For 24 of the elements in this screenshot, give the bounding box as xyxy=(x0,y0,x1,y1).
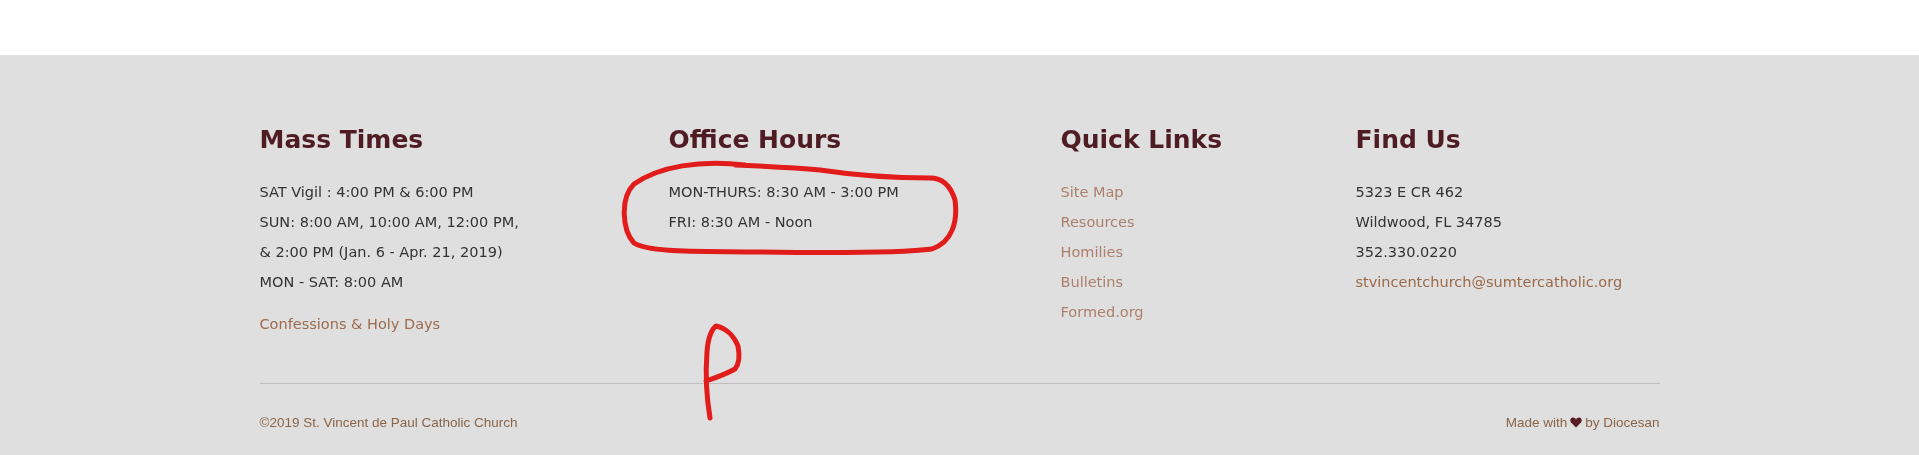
info-line: FRI: 8:30 AM - Noon xyxy=(668,213,813,232)
confessions-link[interactable]: Confessions & Holy Days xyxy=(259,309,441,339)
copyright-text: ©2019 St. Vincent de Paul Catholic Church xyxy=(259,414,518,430)
column-heading: Find Us xyxy=(1355,125,1461,155)
column-heading: Office Hours xyxy=(668,125,842,155)
info-line: SUN: 8:00 AM, 10:00 AM, 12:00 PM, xyxy=(259,213,519,232)
credit-text: by Diocesan xyxy=(1585,414,1660,430)
quick-link[interactable]: Homilies xyxy=(1060,237,1123,267)
quick-link[interactable]: Site Map xyxy=(1060,177,1124,207)
heart-icon xyxy=(1570,416,1583,428)
info-line: 352.330.0220 xyxy=(1355,243,1457,262)
info-line: 5323 E CR 462 xyxy=(1355,183,1464,202)
info-line: SAT Vigil : 4:00 PM & 6:00 PM xyxy=(259,183,474,202)
quick-link[interactable]: Formed.org xyxy=(1060,297,1144,327)
info-line: Wildwood, FL 34785 xyxy=(1355,213,1502,232)
info-line: & 2:00 PM (Jan. 6 - Apr. 21, 2019) xyxy=(259,243,503,262)
info-line: MON - SAT: 8:00 AM xyxy=(259,273,404,292)
quick-link[interactable]: Resources xyxy=(1060,207,1135,237)
column-heading: Quick Links xyxy=(1060,125,1223,155)
credit-text: Made with xyxy=(1505,414,1568,430)
quick-link[interactable]: Bulletins xyxy=(1060,267,1124,297)
email-link[interactable]: stvincentchurch@sumtercatholic.org xyxy=(1355,267,1623,297)
column-heading: Mass Times xyxy=(259,125,424,155)
info-line: MON-THURS: 8:30 AM - 3:00 PM xyxy=(668,183,899,202)
